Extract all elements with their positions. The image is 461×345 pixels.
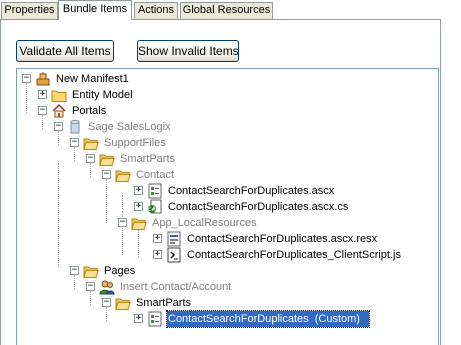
folder-icon — [51, 90, 67, 102]
tree-node-entity-model[interactable]: + Entity Model — [17, 87, 417, 103]
tree-node-insert-contact-account[interactable]: − Insert Contact/Account — [17, 279, 417, 295]
tree-node-supportfiles[interactable]: − SupportFiles — [17, 135, 417, 151]
tree-node-label: App_LocalResources — [152, 217, 257, 229]
tree-node-custom-smartpart[interactable]: + ContactSearchForDuplicates (Custom) — [17, 310, 437, 328]
collapse-toggle[interactable]: − — [70, 266, 79, 275]
folder-open-icon — [83, 266, 99, 278]
tree-node-label: ContactSearchForDuplicates.ascx.cs — [168, 201, 349, 213]
folder-open-icon — [115, 170, 131, 182]
tree-node-label: Entity Model — [72, 89, 133, 101]
collapse-toggle[interactable]: − — [86, 282, 95, 291]
ascx-file-icon — [148, 183, 162, 199]
house-icon — [52, 103, 66, 118]
folder-open-icon — [131, 218, 147, 230]
collapse-toggle[interactable]: − — [38, 106, 47, 115]
tab-actions[interactable]: Actions — [134, 2, 178, 19]
tree-node-resx[interactable]: + ContactSearchForDuplicates.ascx.resx — [17, 231, 437, 247]
tree-node-label: Sage SalesLogix — [88, 121, 171, 133]
collapse-toggle[interactable]: − — [102, 298, 111, 307]
collapse-toggle[interactable]: − — [118, 218, 127, 227]
expand-toggle[interactable]: + — [153, 234, 162, 243]
tree-node-sage-saleslogix[interactable]: − Sage SalesLogix — [17, 119, 417, 135]
expand-toggle[interactable]: + — [134, 314, 143, 323]
expand-toggle[interactable]: + — [38, 90, 47, 99]
tree-node-label: SmartParts — [120, 153, 176, 165]
tree-node-clientscript-js[interactable]: + ContactSearchForDuplicates_ClientScrip… — [17, 247, 437, 263]
resx-file-icon — [167, 231, 181, 247]
tree-node-smartparts[interactable]: − SmartParts — [17, 151, 417, 167]
tree-node-label: ContactSearchForDuplicates.ascx — [168, 185, 335, 197]
tree-node-ascx[interactable]: + ContactSearchForDuplicates.ascx — [17, 183, 437, 199]
tree-node-portals[interactable]: − Portals — [17, 103, 417, 119]
collapse-toggle[interactable]: − — [70, 138, 79, 147]
collapse-toggle[interactable]: − — [22, 74, 31, 83]
tree-node-ascx-cs[interactable]: + c# ContactSearchForDuplicates.ascx.cs — [17, 199, 437, 215]
folder-open-icon — [99, 154, 115, 166]
manifest-icon — [36, 72, 50, 86]
svg-text:c#: c# — [148, 206, 156, 213]
tree-node-label: ContactSearchForDuplicates_ClientScript.… — [187, 249, 401, 261]
tab-properties[interactable]: Properties — [1, 2, 58, 19]
tree-node-label: Portals — [72, 105, 107, 117]
tab-global-resources[interactable]: Global Resources — [180, 2, 273, 19]
users-icon — [99, 280, 115, 295]
tree-node-label: Contact — [136, 169, 174, 181]
tree-node-app-localresources[interactable]: − App_LocalResources — [17, 215, 417, 231]
expand-toggle[interactable]: + — [134, 202, 143, 211]
manifest-tree[interactable]: − New Manifest1 + Entity Model − Portals… — [16, 68, 439, 345]
tree-node-contact[interactable]: − Contact — [17, 167, 417, 183]
tree-node-label: SupportFiles — [104, 137, 166, 149]
tree-node-label: SmartParts — [136, 297, 192, 309]
tree-node-label: Pages — [104, 265, 136, 277]
tree-node-label: New Manifest1 — [56, 73, 129, 85]
tab-strip: Properties Bundle Items Actions Global R… — [0, 0, 461, 20]
expand-toggle[interactable]: + — [134, 186, 143, 195]
ascx-file-icon — [148, 311, 162, 327]
expand-toggle[interactable]: + — [153, 250, 162, 259]
collapse-toggle[interactable]: − — [54, 122, 63, 131]
tree-node-pages[interactable]: − Pages — [17, 263, 417, 279]
collapse-toggle[interactable]: − — [86, 154, 95, 163]
collapse-toggle[interactable]: − — [102, 170, 111, 179]
tree-node-page-smartparts[interactable]: − SmartParts — [17, 295, 417, 311]
folder-open-icon — [83, 138, 99, 150]
folder-open-icon — [115, 298, 131, 310]
js-file-icon — [167, 247, 181, 263]
tab-bundle-items[interactable]: Bundle Items — [58, 0, 132, 20]
show-invalid-items-button[interactable]: Show Invalid Items — [137, 40, 239, 62]
tree-node-label: Insert Contact/Account — [120, 281, 232, 293]
tree-node-label-selected: ContactSearchForDuplicates (Custom) — [166, 310, 370, 328]
cs-file-icon: c# — [148, 199, 162, 214]
tree-node-label: ContactSearchForDuplicates.ascx.resx — [187, 233, 378, 245]
validate-all-items-button[interactable]: Validate All Items — [16, 40, 114, 62]
tree-node-manifest[interactable]: − New Manifest1 — [17, 71, 417, 87]
portal-cylinder-icon — [70, 120, 80, 134]
